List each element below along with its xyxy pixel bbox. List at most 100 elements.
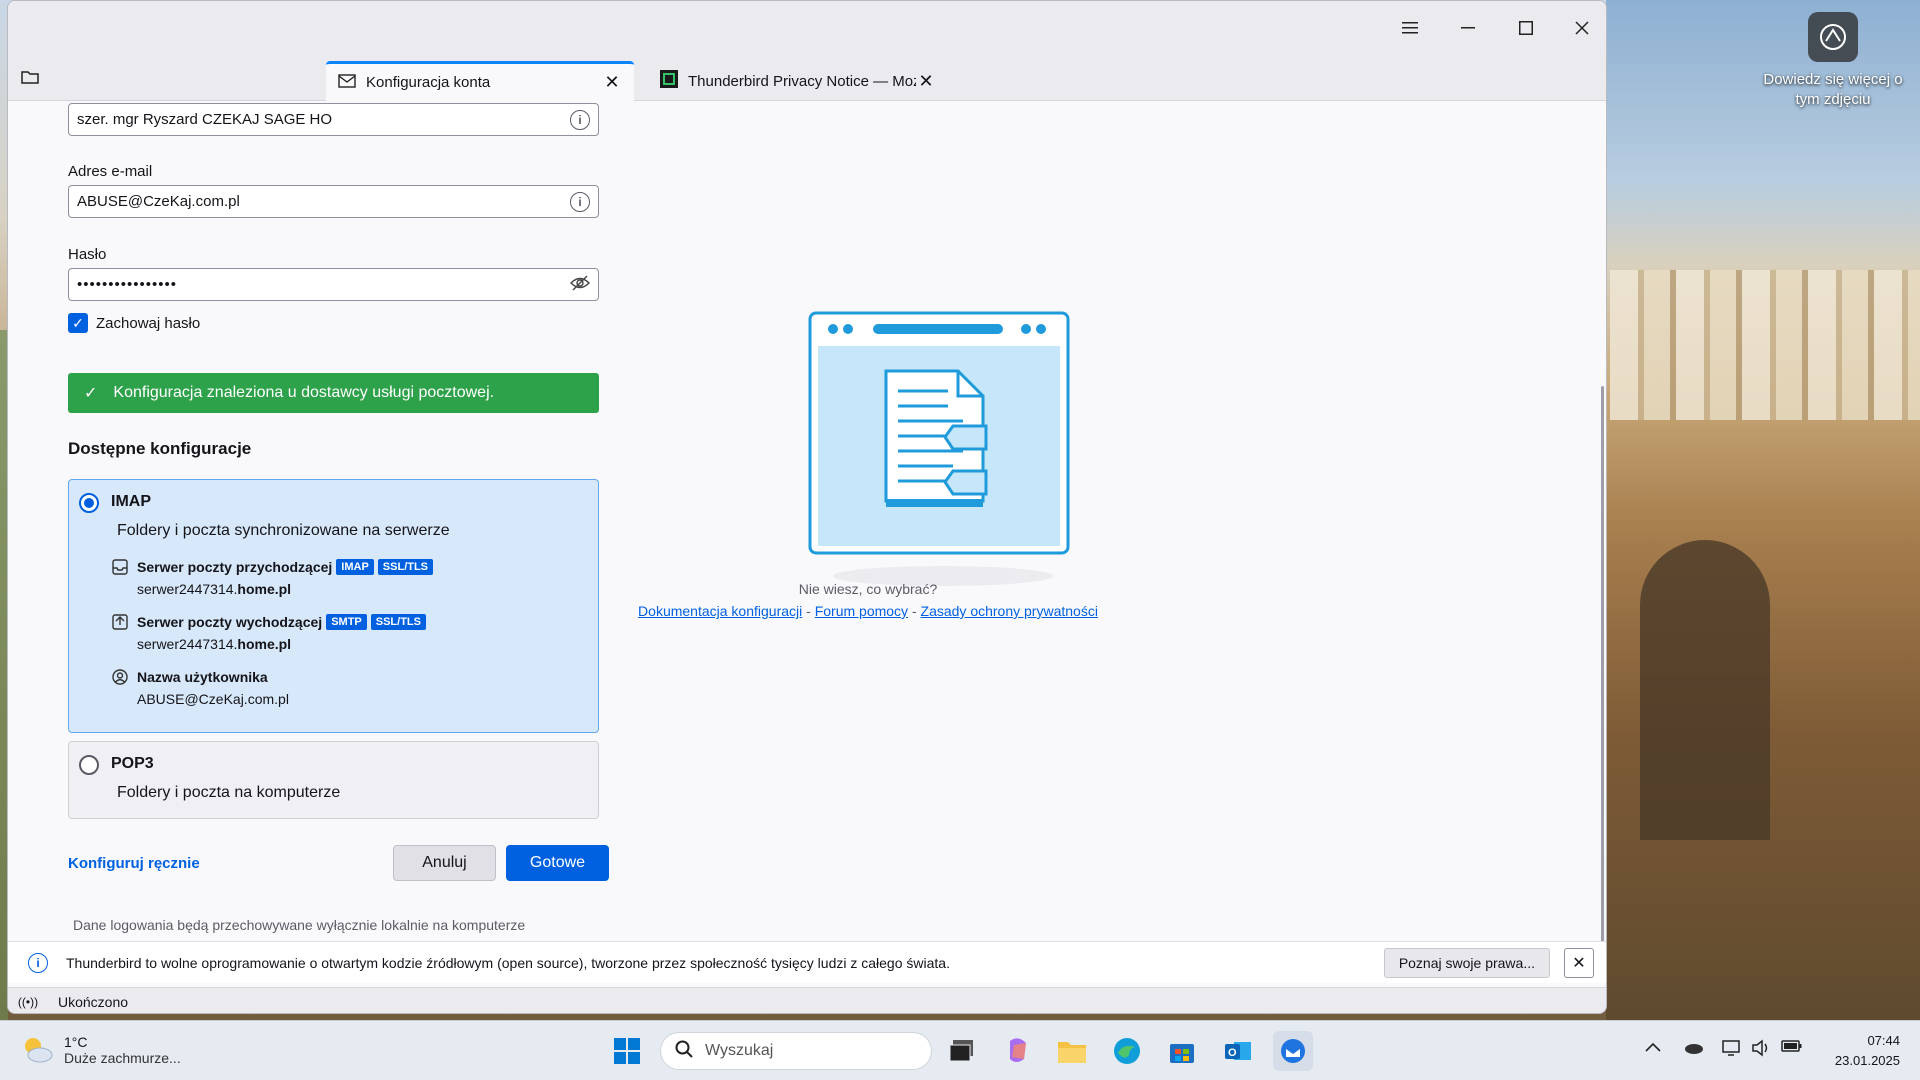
thunderbird-page-icon <box>660 70 678 92</box>
outlook-icon[interactable]: O <box>1218 1031 1258 1071</box>
hamburger-icon[interactable] <box>1392 13 1428 43</box>
wallpaper-bridge-arch <box>1640 540 1770 840</box>
store-icon[interactable] <box>1162 1031 1202 1071</box>
know-your-rights-button[interactable]: Poznaj swoje prawa... <box>1383 947 1550 978</box>
imap-radio[interactable] <box>79 493 99 513</box>
camera-icon <box>1808 12 1858 62</box>
date: 23.01.2025 <box>1834 1053 1900 1068</box>
task-view-icon[interactable] <box>942 1031 982 1071</box>
outgoing-server-label: Serwer poczty wychodzącej <box>137 614 323 630</box>
tab-bar: Konfiguracja konta ✕ Thunderbird Privacy… <box>8 56 1606 101</box>
remember-password-label: Zachowaj hasło <box>96 314 201 332</box>
copilot-icon[interactable] <box>998 1031 1038 1071</box>
config-found-banner: ✓ Konfiguracja znaleziona u dostawcy usł… <box>68 373 599 413</box>
user-icon <box>111 668 129 686</box>
scrollbar[interactable] <box>1601 386 1604 966</box>
taskbar-search[interactable]: Wyszukaj <box>660 1032 932 1070</box>
tab-title: Thunderbird Privacy Notice — Mozilla <box>688 72 916 90</box>
thunderbird-taskbar-icon[interactable] <box>1273 1031 1313 1071</box>
widget-label: Dowiedz się więcej o tym zdjęciu <box>1763 71 1903 108</box>
battery-icon[interactable] <box>1781 1039 1803 1058</box>
close-notification-button[interactable]: ✕ <box>1564 947 1594 978</box>
incoming-host: serwer2447314.home.pl <box>137 581 292 597</box>
edge-browser-icon[interactable] <box>1107 1031 1147 1071</box>
account-setup-content: szer. mgr Ryszard CZEKAJ SAGE HO i Adres… <box>8 101 1606 966</box>
search-icon <box>675 1040 693 1063</box>
done-button[interactable]: Gotowe <box>506 845 609 881</box>
cloudy-weather-icon <box>20 1033 54 1067</box>
status-bar: ((•)) Ukończono <box>8 987 1606 1013</box>
tab-title: Konfiguracja konta <box>366 74 491 91</box>
pop3-radio[interactable] <box>79 755 99 775</box>
check-icon: ✓ <box>84 385 98 402</box>
close-window-icon[interactable] <box>1564 13 1600 43</box>
remember-password-row[interactable]: ✓ Zachowaj hasło <box>68 313 200 333</box>
email-field[interactable]: ABUSE@CzeKaj.com.pl i <box>68 185 599 218</box>
security-badge: SSL/TLS <box>370 614 426 630</box>
time: 07:44 <box>1867 1033 1900 1048</box>
imap-description: Foldery i poczta synchronizowane na serw… <box>117 522 450 539</box>
credentials-note: Dane logowania będą przechowywane wyłącz… <box>73 917 526 933</box>
incoming-server: Serwer poczty przychodzącej IMAP SSL/TLS… <box>111 558 434 597</box>
close-tab-icon[interactable]: ✕ <box>602 72 622 93</box>
username-value: ABUSE@CzeKaj.com.pl <box>137 691 289 707</box>
show-hidden-icons[interactable] <box>1645 1039 1661 1057</box>
close-tab-icon[interactable]: ✕ <box>916 71 936 92</box>
clock[interactable]: 07:44 23.01.2025 <box>1810 1031 1900 1071</box>
notification-bar: i Thunderbird to wolne oprogramowanie o … <box>8 941 1606 983</box>
account-setup-illustration <box>808 311 1070 586</box>
remember-password-checkbox[interactable]: ✓ <box>68 313 88 333</box>
imap-option[interactable]: IMAP Foldery i poczta synchronizowane na… <box>68 479 599 733</box>
privacy-link[interactable]: Zasady ochrony prywatności <box>921 603 1098 619</box>
password-label: Hasło <box>68 246 107 263</box>
svg-text:O: O <box>1228 1047 1237 1059</box>
maximize-icon[interactable] <box>1508 13 1544 43</box>
wallpaper-town <box>1610 270 1920 420</box>
password-field[interactable]: •••••••••••••••• <box>68 268 599 301</box>
protocol-badge: SMTP <box>326 614 367 630</box>
imap-title: IMAP <box>111 493 151 510</box>
network-icon[interactable] <box>1721 1039 1741 1062</box>
forum-link[interactable]: Forum pomocy <box>815 603 908 619</box>
taskbar: 1°C Duże zachmurze... Wyszukaj O 07:44 2… <box>0 1020 1920 1080</box>
hide-password-icon[interactable] <box>570 275 590 295</box>
notification-text: Thunderbird to wolne oprogramowanie o ot… <box>66 954 950 971</box>
status-text: Ukończono <box>58 993 129 1010</box>
config-found-text: Konfiguracja znaleziona u dostawcy usług… <box>113 384 495 401</box>
pop3-option[interactable]: POP3 Foldery i poczta na komputerze <box>68 741 599 819</box>
tab-account-setup[interactable]: Konfiguracja konta ✕ <box>326 61 634 101</box>
title-bar <box>8 1 1606 56</box>
envelope-icon <box>338 73 356 93</box>
cancel-button[interactable]: Anuluj <box>393 845 496 881</box>
onedrive-icon[interactable] <box>1683 1039 1705 1060</box>
incoming-server-label: Serwer poczty przychodzącej <box>137 559 333 575</box>
file-explorer-icon[interactable] <box>1052 1031 1092 1071</box>
full-name-value: szer. mgr Ryszard CZEKAJ SAGE HO <box>77 111 333 128</box>
desktop-wallpaper <box>1606 0 1920 1020</box>
email-label: Adres e-mail <box>68 163 153 180</box>
username-label: Nazwa użytkownika <box>137 669 268 685</box>
weather-widget[interactable]: 1°C Duże zachmurze... <box>20 1033 181 1067</box>
weather-condition: Duże zachmurze... <box>64 1050 181 1066</box>
info-icon[interactable]: i <box>570 109 590 130</box>
pop3-title: POP3 <box>111 755 154 772</box>
thunderbird-window: Konfiguracja konta ✕ Thunderbird Privacy… <box>7 0 1607 1014</box>
tab-privacy-notice[interactable]: Thunderbird Privacy Notice — Mozilla ✕ <box>648 61 948 101</box>
info-icon: i <box>28 952 48 973</box>
docs-link[interactable]: Dokumentacja konfiguracji <box>638 603 802 619</box>
help-section: Nie wiesz, co wybrać? Dokumentacja konfi… <box>568 581 1168 619</box>
available-configs-title: Dostępne konfiguracje <box>68 439 252 458</box>
search-placeholder: Wyszukaj <box>705 1042 774 1059</box>
protocol-badge: IMAP <box>336 559 374 575</box>
outgoing-server: Serwer poczty wychodzącej SMTP SSL/TLS s… <box>111 613 426 652</box>
windows-start-icon[interactable] <box>607 1031 647 1071</box>
minimize-icon[interactable] <box>1450 13 1486 43</box>
volume-icon[interactable] <box>1751 1039 1771 1062</box>
full-name-field[interactable]: szer. mgr Ryszard CZEKAJ SAGE HO i <box>68 103 599 136</box>
learn-about-photo-widget[interactable]: Dowiedz się więcej o tym zdjęciu <box>1758 12 1908 110</box>
info-icon[interactable]: i <box>570 191 590 212</box>
folder-icon[interactable] <box>20 68 40 89</box>
configure-manually-link[interactable]: Konfiguruj ręcznie <box>68 855 200 872</box>
email-value: ABUSE@CzeKaj.com.pl <box>77 193 240 210</box>
pop3-description: Foldery i poczta na komputerze <box>117 784 341 801</box>
